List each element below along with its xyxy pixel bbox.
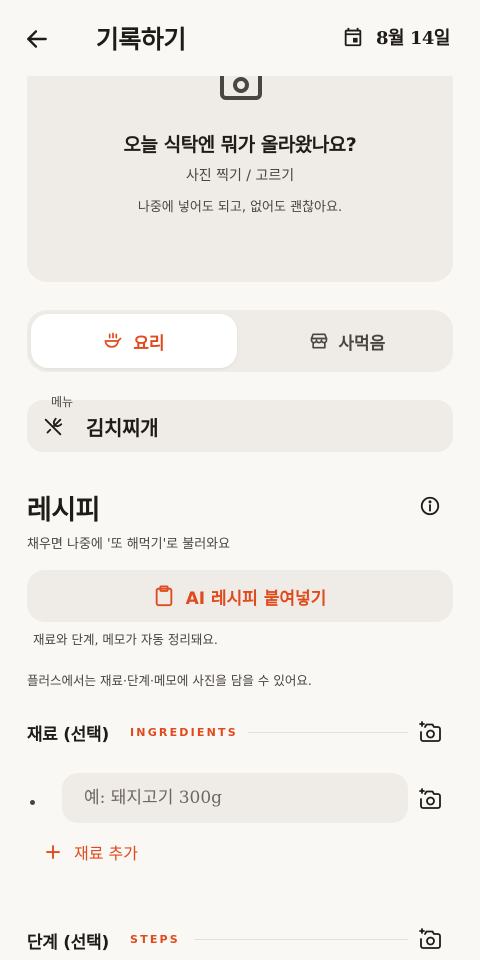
ai-recipe-paste-label: AI 레시피 붙여넣기 (185, 588, 327, 609)
add-ingredient-label: 재료 추가 (74, 844, 138, 863)
menu-field-label: 메뉴 (51, 395, 74, 409)
add-photo-icon[interactable] (418, 787, 442, 811)
menu-value: 김치찌개 (86, 416, 159, 440)
auto-organize-note: 재료와 단계, 메모가 자동 정리돼요. (33, 632, 218, 647)
add-ingredient-button[interactable]: 재료 추가 (44, 840, 138, 864)
recipe-title: 레시피 (27, 495, 101, 526)
tab-cooking-label: 요리 (133, 333, 165, 354)
info-icon[interactable] (419, 495, 441, 517)
divider (248, 732, 408, 733)
tab-cooking[interactable]: 요리 (31, 314, 237, 368)
plus-feature-note: 플러스에서는 재료·단계·메모에 사진을 담을 수 있어요. (27, 673, 312, 688)
add-photo-icon[interactable] (418, 927, 442, 951)
back-button[interactable] (20, 22, 54, 56)
photo-take-choose: 사진 찍기 / 고르기 (185, 168, 295, 184)
ingredient-input[interactable] (62, 773, 408, 823)
recipe-subtitle: 채우면 나중에 '또 해먹기'로 불러와요 (27, 537, 231, 552)
photo-prompt-title: 오늘 식탁엔 뭐가 올라왔나요? (123, 134, 357, 156)
page-title: 기록하기 (96, 25, 187, 54)
add-photo-icon[interactable] (418, 720, 442, 744)
steps-tag: STEPS (130, 933, 180, 946)
ingredients-tag: INGREDIENTS (130, 726, 238, 739)
clipboard-icon (155, 585, 172, 607)
utensils-icon (44, 417, 63, 436)
ingredients-title: 재료 (선택) (27, 725, 109, 745)
plus-icon (46, 845, 60, 859)
date-label: 8월 14일 (376, 28, 450, 49)
calendar-icon (344, 27, 362, 47)
tab-eat-out-label: 사먹음 (338, 333, 386, 354)
ai-recipe-paste-button[interactable]: AI 레시피 붙여넣기 (27, 570, 453, 622)
date-picker[interactable]: 8월 14일 (342, 24, 450, 50)
photo-hint: 나중에 넣어도 되고, 없어도 괜찮아요. (137, 200, 343, 215)
divider (194, 939, 408, 940)
store-icon (310, 333, 327, 349)
cooking-icon (105, 332, 122, 348)
arrow-left-icon (27, 30, 47, 48)
app-header: 기록하기 8월 14일 (0, 0, 480, 76)
steps-title: 단계 (선택) (27, 933, 109, 953)
list-bullet (30, 800, 35, 805)
tab-eat-out[interactable]: 사먹음 (245, 314, 449, 368)
